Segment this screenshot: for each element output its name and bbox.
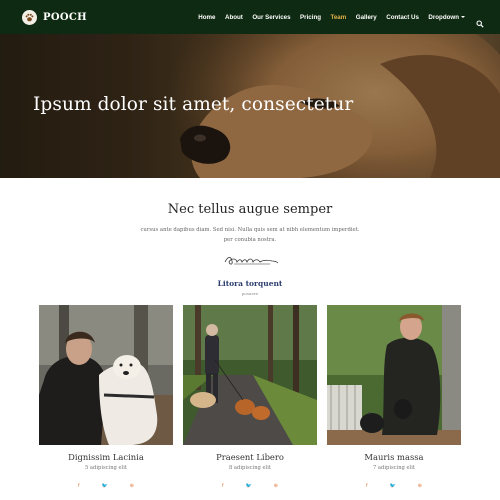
team-subheading: posuere	[241, 291, 259, 296]
brand-name: POOCH	[43, 11, 87, 23]
nav-dropdown[interactable]: Dropdown	[428, 14, 465, 21]
team-member-socials-1: f 🐦 ⊛	[39, 483, 173, 489]
dribbble-icon[interactable]: ⊛	[274, 483, 278, 489]
team-member-photo-1	[39, 305, 173, 445]
nav-home[interactable]: Home	[198, 14, 215, 21]
hero-title: Ipsum dolor sit amet, consectetur	[33, 94, 354, 115]
team-member-name-1: Dignissim Lacinia	[68, 452, 144, 462]
nav-team[interactable]: Team	[331, 14, 347, 21]
facebook-icon[interactable]: f	[222, 483, 223, 489]
section-title: Nec tellus augue semper	[167, 202, 333, 217]
twitter-icon[interactable]: 🐦	[245, 483, 251, 489]
nav-gallery[interactable]: Gallery	[356, 14, 377, 21]
nav-our-services[interactable]: Our Services	[252, 14, 290, 21]
team-member-photo-2	[183, 305, 317, 445]
facebook-icon[interactable]: f	[366, 483, 367, 489]
team-member-name-2: Praesent Libero	[216, 452, 284, 462]
nav-contact-us[interactable]: Contact Us	[386, 14, 419, 21]
dribbble-icon[interactable]: ⊛	[130, 483, 134, 489]
signature-image	[224, 256, 279, 265]
search-icon[interactable]	[476, 13, 484, 28]
twitter-icon[interactable]: 🐦	[389, 483, 395, 489]
team-member-socials-2: f 🐦 ⊛	[183, 483, 317, 489]
nav-pricing[interactable]: Pricing	[300, 14, 321, 21]
team-member-role-1: 5 adipiscing elit	[84, 465, 127, 471]
team-member-photo-3	[327, 305, 461, 445]
team-member-socials-3: f 🐦 ⊛	[327, 483, 461, 489]
twitter-icon[interactable]: 🐦	[101, 483, 107, 489]
description-line-2: per conubia nostra.	[223, 237, 277, 243]
main-menu: Home About Our Services Pricing Team Gal…	[189, 0, 484, 34]
team-member-name-3: Mauris massa	[364, 452, 424, 462]
nav-dropdown-label: Dropdown	[428, 13, 459, 21]
top-navbar: POOCH Home About Our Services Pricing Te…	[0, 0, 500, 34]
paw-icon	[22, 9, 37, 25]
hero-banner: Ipsum dolor sit amet, consectetur	[0, 34, 500, 178]
team-member-role-3: 7 adipiscing elit	[372, 465, 415, 471]
description-line-1: cursus ante dapibus diam. Sed nisi. Null…	[140, 227, 360, 233]
team-heading: Litora torquent	[217, 279, 283, 288]
chevron-down-icon	[461, 15, 465, 18]
brand[interactable]: POOCH	[22, 9, 87, 25]
section-description: cursus ante dapibus diam. Sed nisi. Null…	[130, 225, 370, 245]
team-member-role-2: 8 adipiscing elit	[228, 465, 271, 471]
dribbble-icon[interactable]: ⊛	[418, 483, 422, 489]
facebook-icon[interactable]: f	[78, 483, 79, 489]
nav-about[interactable]: About	[225, 14, 243, 21]
